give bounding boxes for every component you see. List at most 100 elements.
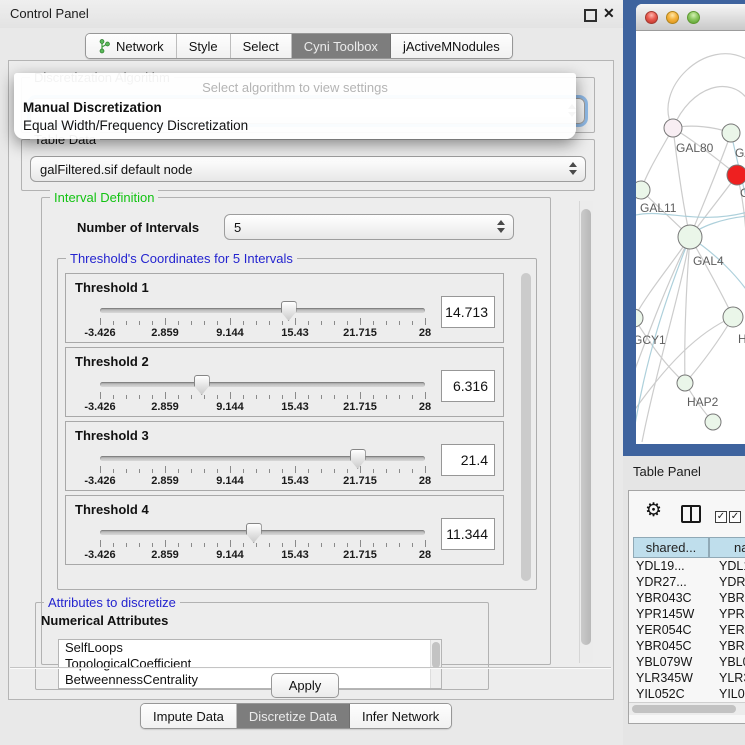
tick-mark: [165, 318, 166, 325]
tab-impute-data[interactable]: Impute Data: [141, 704, 237, 728]
top-tabs: Network Style SelectCyni ToolboxjActiveMNo…: [85, 33, 513, 59]
mac-close-icon[interactable]: [645, 11, 658, 24]
table-row[interactable]: YPR145WYPR1: [633, 606, 745, 622]
tick-mark: [113, 469, 114, 473]
float-window-icon[interactable]: [584, 9, 597, 22]
attribute-item[interactable]: BetweennessCentrality: [59, 672, 441, 688]
network-window-frame: GAL80GACGAL11GAL4GCY1HHAP2: [623, 0, 745, 456]
table-cell: YLR3: [713, 671, 745, 685]
table-row[interactable]: YIL052CYIL0: [633, 686, 745, 701]
network-node[interactable]: [636, 309, 643, 327]
tab-discretize-data[interactable]: Discretize Data: [237, 704, 350, 728]
attributes-scrollbar-thumb[interactable]: [432, 642, 440, 668]
thresholds-scrollbar-thumb[interactable]: [521, 273, 531, 581]
network-canvas[interactable]: GAL80GACGAL11GAL4GCY1HHAP2: [636, 30, 745, 444]
bottom-tabs: Impute DataDiscretize DataInfer Network: [140, 703, 452, 729]
mac-zoom-icon[interactable]: [687, 11, 700, 24]
network-node[interactable]: [727, 165, 745, 185]
tick-mark: [113, 543, 114, 547]
apply-button[interactable]: Apply: [271, 673, 339, 698]
table-row[interactable]: YDR27...YDR2: [633, 574, 745, 590]
table-row[interactable]: YBL079WYBL0: [633, 654, 745, 670]
tick-label: 15.43: [281, 475, 309, 487]
threshold-slider[interactable]: -3.4262.8599.14415.4321.71528: [100, 449, 425, 489]
network-node[interactable]: [722, 124, 740, 142]
tick-mark: [321, 321, 322, 325]
network-node[interactable]: [677, 375, 693, 391]
attribute-item[interactable]: SelfLoops: [59, 640, 441, 656]
threshold-value-field[interactable]: 21.4: [441, 444, 495, 476]
network-node-label: GCY1: [636, 333, 666, 347]
numerical-attributes-label: Numerical Attributes: [41, 613, 168, 628]
tick-mark: [100, 318, 101, 325]
threshold-slider[interactable]: -3.4262.8599.14415.4321.71528: [100, 375, 425, 415]
network-node[interactable]: [723, 307, 743, 327]
gear-icon[interactable]: ⚙: [645, 499, 662, 522]
close-icon[interactable]: ✕: [603, 5, 615, 22]
threshold-value-field[interactable]: 6.316: [441, 370, 495, 402]
numerical-attributes-list[interactable]: SelfLoopsTopologicalCoefficientBetweenne…: [58, 639, 442, 689]
tick-label: 9.144: [216, 327, 244, 339]
tab-jactivemnodules[interactable]: jActiveMNodules: [391, 34, 512, 58]
mac-minimize-icon[interactable]: [666, 11, 679, 24]
num-intervals-spinner[interactable]: 5: [224, 214, 514, 240]
content-scrollbar-thumb[interactable]: [581, 209, 591, 645]
tab-select[interactable]: Select: [231, 34, 292, 58]
table-cell: YER054C: [633, 623, 713, 637]
table-cell: YBR0: [713, 639, 745, 653]
table-row[interactable]: YBR043CYBR0: [633, 590, 745, 606]
tick-label: 2.859: [151, 401, 179, 413]
table-row[interactable]: YER054CYER0: [633, 622, 745, 638]
tab-style[interactable]: Style: [177, 34, 231, 58]
table-row[interactable]: YDL19...YDL1: [633, 558, 745, 574]
table-row[interactable]: YBR045CYBR0: [633, 638, 745, 654]
table-cell: YBR043C: [633, 591, 713, 605]
checkbox-icon[interactable]: ✓: [715, 511, 727, 523]
tick-mark: [152, 321, 153, 325]
network-edge[interactable]: [685, 317, 733, 383]
network-node[interactable]: [705, 414, 721, 430]
slider-ticks: [100, 392, 425, 400]
network-node[interactable]: [636, 181, 650, 199]
tick-mark: [191, 395, 192, 399]
attribute-item[interactable]: TopologicalCoefficient: [59, 656, 441, 672]
panel-title: Control Panel: [10, 6, 89, 21]
network-edge[interactable]: [641, 128, 673, 190]
tab-cyni-toolbox[interactable]: Cyni Toolbox: [292, 34, 391, 58]
checkbox-icon[interactable]: ✓: [729, 511, 741, 523]
threshold-slider[interactable]: -3.4262.8599.14415.4321.71528: [100, 523, 425, 563]
slider-scale-labels: -3.4262.8599.14415.4321.71528: [100, 475, 425, 487]
network-edge[interactable]: [673, 87, 745, 128]
network-edge[interactable]: [636, 318, 685, 383]
slider-track: [100, 308, 425, 313]
threshold-value-field[interactable]: 14.713: [441, 296, 495, 328]
footer-separator: [10, 667, 611, 668]
network-window-titlebar: [636, 4, 745, 31]
table-column-header[interactable]: na: [709, 537, 745, 558]
threshold-slider[interactable]: -3.4262.8599.14415.4321.71528: [100, 301, 425, 341]
tick-mark: [139, 395, 140, 399]
popup-item[interactable]: Equal Width/Frequency Discretization: [23, 118, 248, 133]
network-edge[interactable]: [690, 237, 733, 317]
tab-infer-network[interactable]: Infer Network: [350, 704, 451, 728]
tick-mark: [282, 543, 283, 547]
split-panel-icon[interactable]: [681, 505, 701, 523]
popup-item[interactable]: Manual Discretization: [23, 100, 162, 115]
network-node[interactable]: [664, 119, 682, 137]
threshold-value-field[interactable]: 11.344: [441, 518, 495, 550]
table-hscrollbar-thumb[interactable]: [632, 705, 736, 713]
tick-mark: [139, 321, 140, 325]
tab-network[interactable]: Network: [86, 34, 177, 58]
table-cell: YBL0: [713, 655, 745, 669]
tick-mark: [282, 395, 283, 399]
network-node[interactable]: [678, 225, 702, 249]
table-data-combobox[interactable]: galFiltered.sif default node: [30, 156, 586, 182]
tick-mark: [425, 392, 426, 399]
tab-label: Style: [189, 39, 218, 54]
tick-label: 21.715: [343, 475, 377, 487]
table-column-header[interactable]: shared...: [633, 537, 709, 558]
tick-mark: [100, 392, 101, 399]
table-panel: Table Panel ⚙ ✓ ✓ shared...na YDL19...YD…: [623, 456, 745, 745]
tick-mark: [373, 469, 374, 473]
table-row[interactable]: YLR345WYLR3: [633, 670, 745, 686]
